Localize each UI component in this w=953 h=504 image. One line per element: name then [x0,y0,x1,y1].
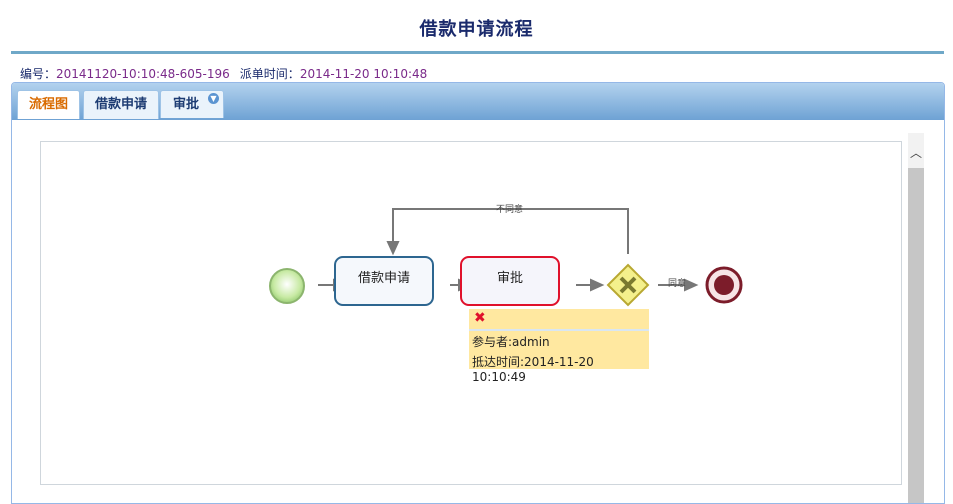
arrival-time-text: 抵达时间:2014-11-20 10:10:49 [472,355,594,384]
close-icon[interactable]: ✖ [474,310,486,326]
reject-flow-label: 不同意 [496,205,524,215]
popup-divider [469,329,649,331]
start-event-icon [269,268,305,304]
task-approval[interactable]: 审批 [460,256,560,306]
exclusive-gateway-icon [606,263,650,307]
end-event-icon [705,266,743,304]
participant-text: 参与者:admin [472,335,550,349]
approve-flow-label: 同意 [668,279,687,289]
process-diagram [269,208,743,307]
task-loan-application[interactable]: 借款申请 [334,256,434,306]
task-info-popup: ✖ 参与者:admin 抵达时间:2014-11-20 10:10:49 [469,309,649,384]
